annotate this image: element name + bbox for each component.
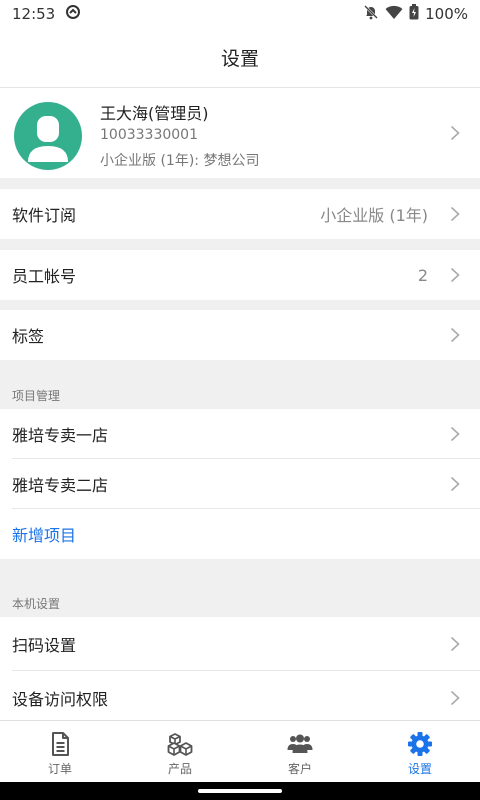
tab-settings[interactable]: 设置: [360, 721, 480, 782]
project-item[interactable]: 雅培专卖二店: [0, 459, 480, 509]
tags-row[interactable]: 标签: [0, 310, 480, 360]
subscription-value: 小企业版 (1年): [320, 206, 428, 225]
boxes-icon: [167, 733, 193, 756]
tab-label: 客户: [287, 762, 312, 776]
project-item-label: 雅培专卖二店: [12, 476, 109, 495]
project-item-label: 雅培专卖一店: [12, 426, 109, 445]
project-item[interactable]: 雅培专卖一店: [0, 409, 480, 459]
nav-bar: 设置: [0, 28, 480, 88]
tab-orders[interactable]: 订单: [0, 721, 120, 782]
chevron-right-icon: [450, 267, 460, 283]
page-title: 设置: [220, 48, 259, 70]
chevron-right-icon: [450, 327, 460, 343]
sync-icon: [65, 4, 81, 24]
battery-icon: [409, 4, 419, 24]
tab-products[interactable]: 产品: [120, 721, 240, 782]
users-icon: [287, 734, 313, 753]
user-silhouette-icon: [28, 116, 68, 162]
scan-settings-label: 扫码设置: [12, 636, 77, 655]
tab-label: 订单: [47, 762, 72, 776]
chevron-right-icon: [450, 206, 460, 222]
add-project-button[interactable]: 新增项目: [0, 509, 480, 559]
device-permissions-row[interactable]: 设备访问权限: [0, 671, 480, 720]
home-gesture-handle[interactable]: [198, 789, 282, 793]
chevron-right-icon: [450, 636, 460, 652]
notifications-off-icon: [363, 4, 379, 24]
bottom-tab-bar: 订单 产品 客户 设置: [0, 720, 480, 782]
staff-accounts-label: 员工帐号: [12, 267, 77, 286]
chevron-right-icon: [450, 125, 460, 141]
wifi-icon: [385, 4, 403, 24]
gesture-bar: [0, 782, 480, 800]
settings-list[interactable]: 王大海(管理员) 10033330001 小企业版 (1年): 梦想公司 软件订…: [0, 88, 480, 720]
staff-accounts-count: 2: [417, 265, 428, 285]
scan-settings-row[interactable]: 扫码设置: [0, 617, 480, 671]
profile-card[interactable]: 王大海(管理员) 10033330001 小企业版 (1年): 梦想公司: [0, 88, 480, 178]
chevron-right-icon: [450, 426, 460, 442]
status-indicators: 100%: [363, 4, 468, 24]
tab-label: 产品: [167, 762, 192, 776]
tab-label: 设置: [407, 762, 432, 776]
add-project-label: 新增项目: [12, 526, 77, 545]
profile-name: 王大海(管理员): [100, 104, 209, 123]
chevron-right-icon: [450, 690, 460, 706]
avatar: [14, 102, 82, 170]
tab-customers[interactable]: 客户: [240, 721, 360, 782]
profile-id: 10033330001: [100, 127, 198, 143]
gear-icon: [408, 732, 432, 756]
profile-plan: 小企业版 (1年): 梦想公司: [100, 153, 260, 169]
subscription-label: 软件订阅: [12, 206, 77, 225]
device-section-label: 本机设置: [12, 597, 61, 611]
tags-label: 标签: [12, 327, 45, 346]
document-icon: [52, 732, 69, 756]
battery-percent: 100%: [425, 5, 468, 23]
subscription-row[interactable]: 软件订阅 小企业版 (1年): [0, 189, 480, 239]
status-time: 12:53: [12, 5, 56, 23]
staff-accounts-row[interactable]: 员工帐号 2: [0, 250, 480, 300]
project-section-label: 项目管理: [12, 389, 61, 403]
device-permissions-label: 设备访问权限: [12, 690, 109, 709]
status-bar: 12:53 100%: [0, 0, 480, 28]
chevron-right-icon: [450, 476, 460, 492]
